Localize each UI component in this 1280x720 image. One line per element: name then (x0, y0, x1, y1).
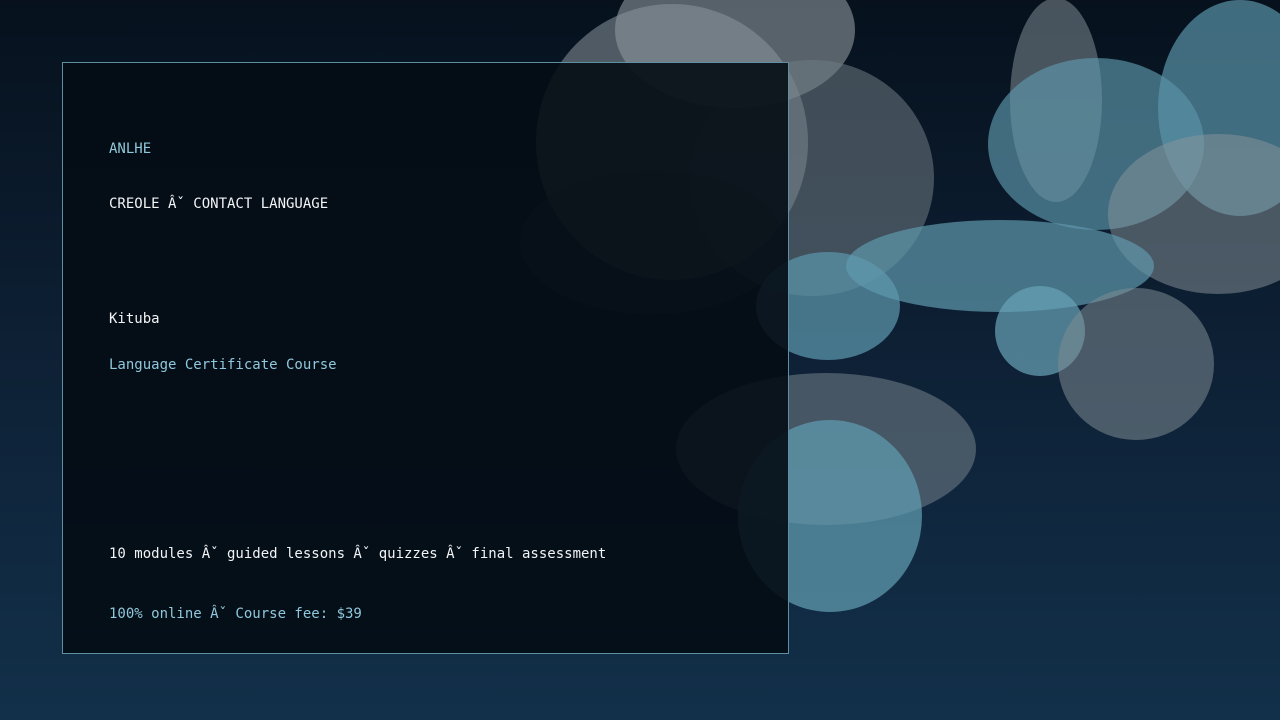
course-pricing: 100% online Âˇ Course fee: $39 (109, 606, 362, 622)
language-name: Kituba (109, 311, 160, 327)
course-card: ANLHE CREOLE Âˇ CONTACT LANGUAGE Kituba … (62, 62, 789, 654)
bubble (1058, 288, 1214, 440)
course-title: Language Certificate Course (109, 357, 337, 373)
category-label: CREOLE Âˇ CONTACT LANGUAGE (109, 196, 329, 212)
course-details: 10 modules Âˇ guided lessons Âˇ quizzes … (109, 546, 607, 562)
brand-label: ANLHE (109, 141, 152, 157)
